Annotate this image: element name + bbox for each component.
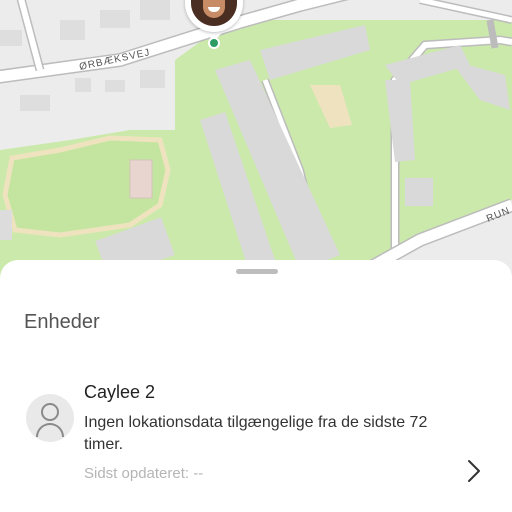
device-last-updated: Sidst opdateret: -- [84, 465, 204, 482]
device-name: Caylee 2 [84, 382, 156, 402]
location-dot-icon [208, 37, 220, 49]
section-title: Enheder [24, 311, 100, 333]
map-view[interactable]: ØRBÆKSVEJ RUN [0, 0, 512, 290]
chevron-right-icon[interactable] [463, 458, 485, 484]
devices-bottom-sheet: Enheder Caylee 2 Ingen lokationsdata til… [0, 260, 512, 512]
device-list-item[interactable]: Caylee 2 Ingen lokationsdata tilgængelig… [0, 370, 512, 490]
map-background: ØRBÆKSVEJ RUN [0, 0, 512, 290]
person-icon [26, 394, 74, 442]
drag-handle-icon[interactable] [236, 269, 278, 274]
person-location-pin[interactable] [185, 0, 243, 52]
device-status: Ingen lokationsdata tilgængelige fra de … [84, 414, 428, 453]
